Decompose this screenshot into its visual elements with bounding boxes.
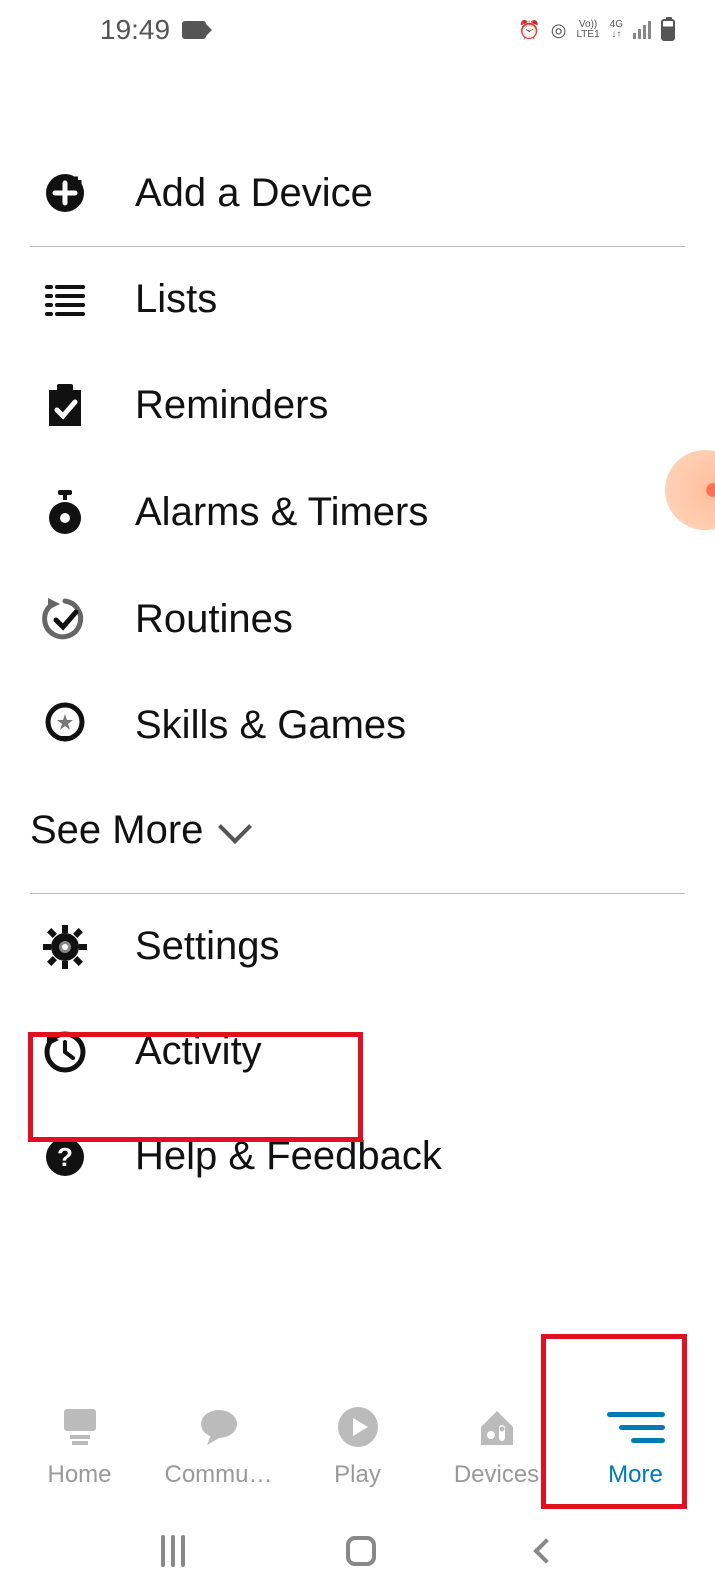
volte-bottom: LTE1	[576, 30, 599, 40]
reminders-icon	[40, 382, 90, 428]
lists-icon	[40, 283, 90, 317]
system-nav-bar	[0, 1511, 715, 1591]
nav-item-devices[interactable]: Devices	[434, 1403, 559, 1489]
nav-item-home[interactable]: Home	[17, 1403, 142, 1489]
nav-item-play[interactable]: Play	[295, 1403, 420, 1489]
menu-label-reminders: Reminders	[135, 383, 328, 428]
chevron-down-icon	[218, 810, 252, 844]
menu-item-help-feedback[interactable]: ? Help & Feedback	[0, 1104, 715, 1209]
nav-label-communicate: Commu…	[164, 1461, 272, 1489]
volte-indicator: Vo)) LTE1	[576, 20, 599, 40]
nav-label-play: Play	[334, 1461, 381, 1489]
help-icon: ?	[40, 1136, 90, 1178]
menu-item-lists[interactable]: Lists	[0, 247, 715, 352]
sys-back-button[interactable]	[533, 1538, 558, 1563]
see-more-label: See More	[30, 808, 203, 853]
see-more-button[interactable]: See More	[0, 778, 715, 893]
menu-label-activity: Activity	[135, 1029, 262, 1074]
network-arrows: ↓↑	[610, 30, 623, 40]
menu-item-activity[interactable]: Activity	[0, 999, 715, 1104]
nav-label-devices: Devices	[454, 1461, 539, 1489]
communicate-icon	[197, 1403, 241, 1451]
battery-icon	[661, 19, 675, 41]
bottom-nav: Home Commu… Play Devices More	[0, 1391, 715, 1501]
home-icon	[58, 1403, 102, 1451]
menu-item-settings[interactable]: Settings	[0, 894, 715, 999]
alarm-clock-icon	[40, 488, 90, 536]
menu-label-alarms: Alarms & Timers	[135, 490, 428, 535]
status-bar-left: 19:49	[100, 14, 206, 46]
menu-item-add-device[interactable]: Add a Device	[0, 140, 715, 246]
signal-icon	[633, 21, 651, 39]
nav-item-more[interactable]: More	[573, 1403, 698, 1489]
more-menu: Add a Device Lists Reminders	[0, 60, 715, 1209]
menu-item-routines[interactable]: Routines	[0, 566, 715, 672]
menu-label-lists: Lists	[135, 277, 217, 322]
menu-label-skills: Skills & Games	[135, 703, 406, 748]
nav-label-more: More	[608, 1461, 663, 1489]
gear-icon	[40, 925, 90, 969]
menu-label-help: Help & Feedback	[135, 1134, 442, 1179]
network-indicator: 4G ↓↑	[610, 20, 623, 40]
skills-icon	[40, 702, 90, 748]
add-device-icon	[40, 170, 90, 216]
menu-item-alarms-timers[interactable]: Alarms & Timers	[0, 458, 715, 566]
alarm-icon: ⏰	[518, 20, 540, 41]
nav-label-home: Home	[47, 1461, 111, 1489]
activity-icon	[40, 1030, 90, 1074]
more-icon	[607, 1403, 665, 1451]
status-time: 19:49	[100, 14, 170, 46]
hotspot-icon: ◎	[551, 20, 567, 41]
svg-text:?: ?	[57, 1142, 73, 1172]
play-icon	[336, 1403, 380, 1451]
menu-item-skills-games[interactable]: Skills & Games	[0, 672, 715, 778]
sys-recents-button[interactable]	[161, 1535, 185, 1567]
menu-label-add-device: Add a Device	[135, 171, 373, 216]
menu-label-settings: Settings	[135, 924, 280, 969]
routines-icon	[40, 596, 90, 642]
camera-icon	[182, 21, 206, 39]
menu-item-reminders[interactable]: Reminders	[0, 352, 715, 458]
nav-item-communicate[interactable]: Commu…	[156, 1403, 281, 1489]
menu-label-routines: Routines	[135, 597, 293, 642]
status-bar-right: ⏰ ◎ Vo)) LTE1 4G ↓↑	[518, 19, 675, 41]
status-bar: 19:49 ⏰ ◎ Vo)) LTE1 4G ↓↑	[0, 0, 715, 60]
sys-home-button[interactable]	[346, 1536, 376, 1566]
devices-icon	[475, 1403, 519, 1451]
